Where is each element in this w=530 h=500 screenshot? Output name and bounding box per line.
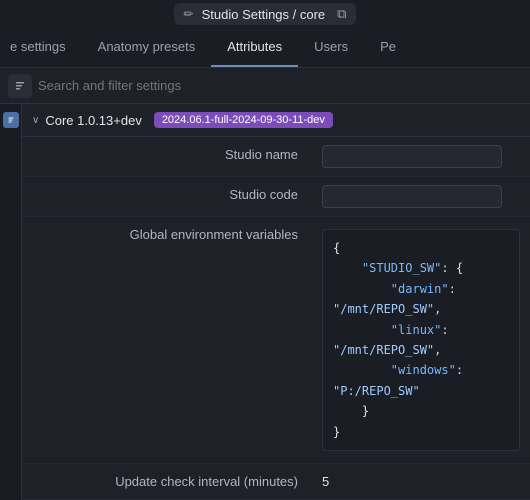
left-sidebar [0, 104, 22, 500]
nav-tabs: e settings Anatomy presets Attributes Us… [0, 28, 530, 68]
window-title: Studio Settings / core [202, 7, 326, 22]
studio-name-input[interactable] [322, 145, 502, 168]
title-bar-content: ✏ Studio Settings / core ⧉ [174, 3, 357, 25]
settings-body: Studio name Studio code Global environme… [22, 137, 530, 500]
studio-code-value [312, 177, 530, 216]
update-check-value: 5 [312, 464, 530, 497]
update-check-label: Update check interval (minutes) [22, 464, 312, 499]
search-sidebar-icon[interactable] [8, 74, 32, 98]
main-content: ∨ Core 1.0.13+dev 2024.06.1-full-2024-09… [0, 104, 530, 500]
studio-code-label: Studio code [22, 177, 312, 212]
studio-name-row: Studio name [22, 137, 530, 177]
chevron-icon[interactable]: ∨ [32, 115, 39, 126]
version-badge: 2024.06.1-full-2024-09-30-11-dev [154, 112, 333, 128]
section-header: ∨ Core 1.0.13+dev 2024.06.1-full-2024-09… [22, 104, 530, 137]
global-env-row: Global environment variables { "STUDIO_S… [22, 217, 530, 464]
studio-name-label: Studio name [22, 137, 312, 172]
sidebar-icon-active[interactable] [3, 112, 19, 128]
update-check-row: Update check interval (minutes) 5 [22, 464, 530, 500]
global-env-label: Global environment variables [22, 217, 312, 252]
studio-code-input[interactable] [322, 185, 502, 208]
global-env-value: { "STUDIO_SW": { "darwin": "/mnt/REPO_SW… [312, 217, 530, 463]
tab-anatomy-presets[interactable]: Anatomy presets [82, 28, 212, 67]
tab-users[interactable]: Users [298, 28, 364, 67]
tab-pe[interactable]: Pe [364, 28, 412, 67]
search-input[interactable] [38, 78, 522, 93]
title-bar: ✏ Studio Settings / core ⧉ [0, 0, 530, 28]
search-area [0, 68, 530, 104]
code-block[interactable]: { "STUDIO_SW": { "darwin": "/mnt/REPO_SW… [322, 229, 520, 451]
copy-icon[interactable]: ⧉ [337, 6, 346, 22]
tab-attributes[interactable]: Attributes [211, 28, 298, 67]
studio-name-value [312, 137, 530, 176]
section-title: Core 1.0.13+dev [45, 113, 141, 128]
pencil-icon: ✏ [184, 7, 194, 21]
tab-settings[interactable]: e settings [0, 28, 82, 67]
studio-code-row: Studio code [22, 177, 530, 217]
settings-panel: ∨ Core 1.0.13+dev 2024.06.1-full-2024-09… [22, 104, 530, 500]
